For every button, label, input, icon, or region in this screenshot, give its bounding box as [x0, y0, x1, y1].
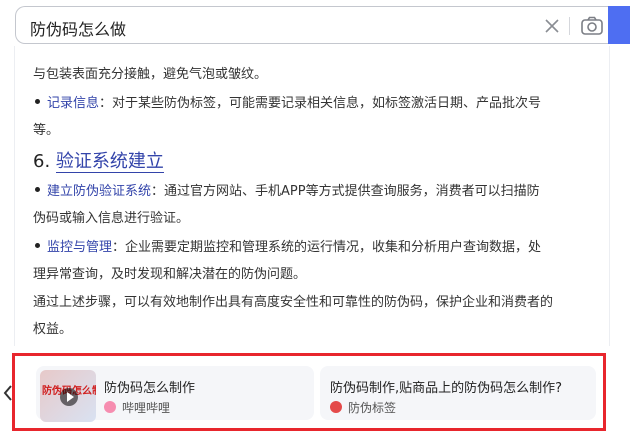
build-system-link[interactable]: 建立防伪验证系统	[47, 184, 151, 199]
bullet	[35, 187, 40, 192]
divider	[569, 17, 570, 35]
bilibili-icon	[104, 401, 116, 413]
summary-line: 权益。	[33, 322, 73, 337]
related-videos: 防伪码怎么制作 防伪码怎么制作 哔哩哔哩 防伪码制作,贴商品上的防伪码怎么制作?…	[12, 353, 606, 431]
video-thumbnail[interactable]: 防伪码怎么制作	[40, 370, 96, 422]
search-button[interactable]	[608, 6, 630, 44]
monitor-link[interactable]: 监控与管理	[47, 240, 112, 255]
card-source: 防伪标签	[348, 401, 397, 415]
card-title[interactable]: 防伪码怎么制作	[104, 377, 195, 396]
text-line: 等。	[33, 123, 60, 138]
list-item-build: 建立防伪验证系统：通过官方网站、手机APP等方式提供查询服务，消费者可以扫描防	[47, 184, 540, 199]
close-icon[interactable]	[542, 16, 562, 36]
text-line: 理异常查询，及时发现和解决潜在的防伪问题。	[33, 267, 307, 282]
section-title-link[interactable]: 验证系统建立	[55, 151, 164, 173]
card-source: 哔哩哔哩	[122, 401, 171, 415]
bullet	[35, 243, 40, 248]
related-card[interactable]: 防伪码怎么制作 防伪码怎么制作 哔哩哔哩	[36, 366, 314, 422]
card-title[interactable]: 防伪码制作,贴商品上的防伪码怎么制作?	[330, 377, 562, 396]
search-box[interactable]: 防伪码怎么做	[15, 6, 611, 44]
camera-icon[interactable]	[580, 15, 604, 37]
related-card[interactable]: 防伪码制作,贴商品上的防伪码怎么制作? 防伪标签	[320, 366, 596, 420]
text-line: 伪码或输入信息进行验证。	[33, 211, 190, 226]
summary-line: 通过上述步骤，可以有效地制作出具有高度安全性和可靠性的防伪码，保护企业和消费者的	[33, 295, 554, 310]
record-info-link[interactable]: 记录信息	[47, 96, 99, 111]
text-line: 与包装表面充分接触，避免气泡或皱纹。	[33, 67, 268, 82]
search-input[interactable]: 防伪码怎么做	[30, 16, 126, 40]
list-item-monitor: 监控与管理：企业需要定期监控和管理系统的运行情况，收集和分析用户查询数据，处	[47, 240, 542, 255]
section-heading: 6. 验证系统建立	[33, 151, 164, 173]
bullet	[35, 99, 40, 104]
play-icon[interactable]	[60, 388, 78, 406]
answer-content: 与包装表面充分接触，避免气泡或皱纹。 记录信息：对于某些防伪标签，可能需要记录相…	[14, 46, 610, 346]
list-item-record: 记录信息：对于某些防伪标签，可能需要记录相关信息，如标签激活日期、产品批次号	[47, 96, 542, 111]
shield-icon	[330, 401, 342, 413]
